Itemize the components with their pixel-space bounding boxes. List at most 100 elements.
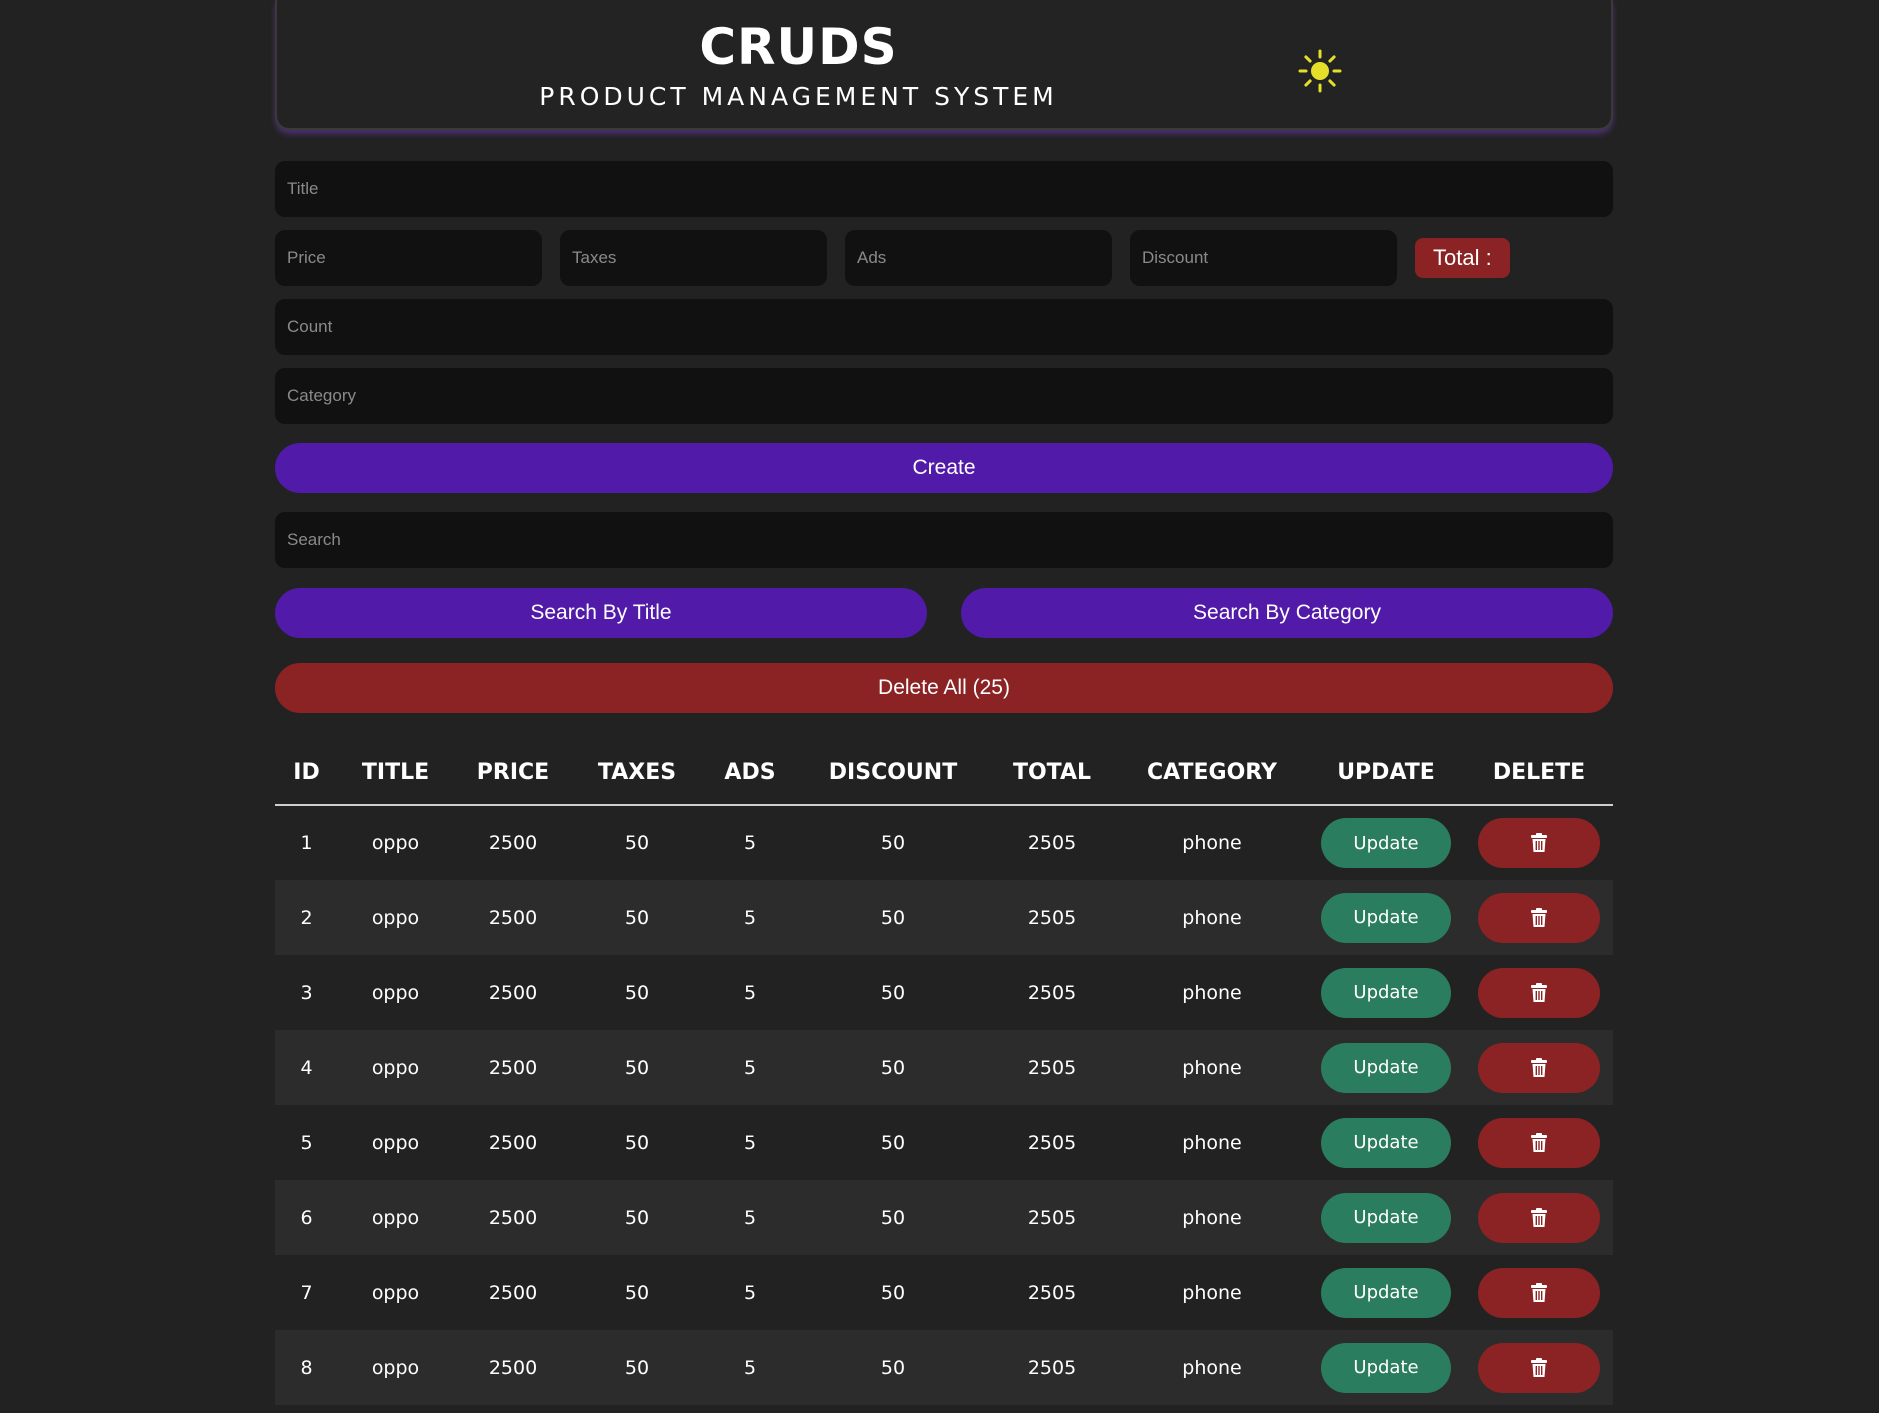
cell-total: 2505 — [1027, 1206, 1077, 1229]
search-buttons: Search By Title Search By Category — [275, 588, 1613, 638]
table-header-row: ID TITLE PRICE TAXES ADS DISCOUNT TOTAL … — [275, 741, 1613, 806]
cell-taxes: 50 — [624, 981, 650, 1004]
ads-input[interactable] — [845, 230, 1112, 286]
cell-discount: 50 — [880, 1131, 906, 1154]
cell-delete — [1465, 955, 1613, 1030]
column-header-total: TOTAL — [987, 741, 1117, 806]
cell-update: Update — [1307, 805, 1465, 880]
cell-discount: 50 — [880, 832, 906, 854]
cell-total: 2505 — [1027, 832, 1077, 854]
cell-price: 2500 — [488, 832, 538, 854]
column-header-title: TITLE — [338, 741, 453, 806]
cell-category: phone — [1182, 1356, 1242, 1379]
cell-total: 2505 — [1027, 1356, 1077, 1379]
table-row: 3 oppo 2500 50 5 50 2505 phone Update — [275, 955, 1613, 1030]
cell-id: 6 — [300, 1206, 313, 1229]
cell-category: phone — [1182, 981, 1242, 1004]
trash-icon — [1531, 1357, 1547, 1377]
cell-ads: 5 — [743, 1281, 757, 1304]
column-header-ads: ADS — [701, 741, 799, 806]
cell-update: Update — [1307, 1030, 1465, 1105]
cell-price: 2500 — [488, 981, 538, 1004]
update-button[interactable]: Update — [1321, 1342, 1451, 1393]
delete-button[interactable] — [1478, 1267, 1600, 1318]
delete-button[interactable] — [1478, 1042, 1600, 1093]
search-section: Search By Title Search By Category — [275, 512, 1613, 638]
sun-icon[interactable] — [1297, 48, 1343, 94]
cell-update: Update — [1307, 1330, 1465, 1405]
update-button[interactable]: Update — [1321, 1117, 1451, 1168]
product-form: Total : Create — [275, 161, 1613, 493]
column-header-taxes: TAXES — [573, 741, 701, 806]
delete-button[interactable] — [1478, 818, 1600, 868]
count-input[interactable] — [275, 299, 1613, 355]
create-button[interactable]: Create — [275, 443, 1613, 493]
cell-category: phone — [1182, 1206, 1242, 1229]
price-input[interactable] — [275, 230, 542, 286]
title-input[interactable] — [275, 161, 1613, 217]
table-body: 1 oppo 2500 50 5 50 2505 phone Update 2 oppo 2500 50… — [275, 805, 1613, 1405]
cell-price: 2500 — [488, 1206, 538, 1229]
cell-taxes: 50 — [624, 1356, 650, 1379]
cell-discount: 50 — [880, 1281, 906, 1304]
update-button[interactable]: Update — [1321, 892, 1451, 943]
cell-ads: 5 — [743, 832, 757, 854]
cell-title: oppo — [371, 1131, 420, 1154]
cell-ads: 5 — [743, 981, 757, 1004]
discount-input[interactable] — [1130, 230, 1397, 286]
trash-icon — [1531, 982, 1547, 1002]
cell-total: 2505 — [1027, 1056, 1077, 1079]
update-button[interactable]: Update — [1321, 1267, 1451, 1318]
cell-category: phone — [1182, 1056, 1242, 1079]
page-title: CRUDS — [699, 18, 898, 76]
delete-button[interactable] — [1478, 1117, 1600, 1168]
search-input[interactable] — [275, 512, 1613, 568]
cell-update: Update — [1307, 880, 1465, 955]
trash-icon — [1531, 1207, 1547, 1227]
column-header-price: PRICE — [453, 741, 573, 806]
cell-taxes: 50 — [624, 832, 650, 854]
delete-all-button[interactable]: Delete All (25) — [275, 663, 1613, 713]
cell-delete — [1465, 1030, 1613, 1105]
cell-price: 2500 — [488, 906, 538, 929]
cell-id: 8 — [300, 1356, 313, 1379]
cell-update: Update — [1307, 1255, 1465, 1330]
cell-ads: 5 — [743, 1356, 757, 1379]
column-header-discount: DISCOUNT — [799, 741, 987, 806]
table-row: 1 oppo 2500 50 5 50 2505 phone Update — [275, 805, 1613, 880]
update-button[interactable]: Update — [1321, 818, 1451, 868]
price-row: Total : — [275, 230, 1613, 286]
cell-delete — [1465, 880, 1613, 955]
search-by-title-button[interactable]: Search By Title — [275, 588, 927, 638]
trash-icon — [1531, 833, 1547, 852]
taxes-input[interactable] — [560, 230, 827, 286]
delete-button[interactable] — [1478, 892, 1600, 943]
update-button[interactable]: Update — [1321, 1192, 1451, 1243]
cell-price: 2500 — [488, 1356, 538, 1379]
cell-title: oppo — [371, 1281, 420, 1304]
cell-taxes: 50 — [624, 1131, 650, 1154]
update-button[interactable]: Update — [1321, 1042, 1451, 1093]
delete-button[interactable] — [1478, 1192, 1600, 1243]
cell-price: 2500 — [488, 1131, 538, 1154]
cell-update: Update — [1307, 1180, 1465, 1255]
table-row: 5 oppo 2500 50 5 50 2505 phone Update — [275, 1105, 1613, 1180]
cell-id: 4 — [300, 1056, 313, 1079]
cell-id: 7 — [300, 1281, 313, 1304]
delete-button[interactable] — [1478, 1342, 1600, 1393]
column-header-update: UPDATE — [1307, 741, 1465, 806]
category-input[interactable] — [275, 368, 1613, 424]
update-button[interactable]: Update — [1321, 967, 1451, 1018]
table-row: 4 oppo 2500 50 5 50 2505 phone Update — [275, 1030, 1613, 1105]
cell-title: oppo — [371, 981, 420, 1004]
table-row: 7 oppo 2500 50 5 50 2505 phone Update — [275, 1255, 1613, 1330]
total-badge: Total : — [1415, 238, 1510, 278]
cell-discount: 50 — [880, 981, 906, 1004]
page-subtitle: PRODUCT MANAGEMENT SYSTEM — [539, 82, 1058, 111]
header: CRUDS PRODUCT MANAGEMENT SYSTEM — [275, 0, 1613, 130]
cell-delete — [1465, 1180, 1613, 1255]
cell-discount: 50 — [880, 1056, 906, 1079]
search-by-category-button[interactable]: Search By Category — [961, 588, 1613, 638]
cell-discount: 50 — [880, 1356, 906, 1379]
delete-button[interactable] — [1478, 967, 1600, 1018]
